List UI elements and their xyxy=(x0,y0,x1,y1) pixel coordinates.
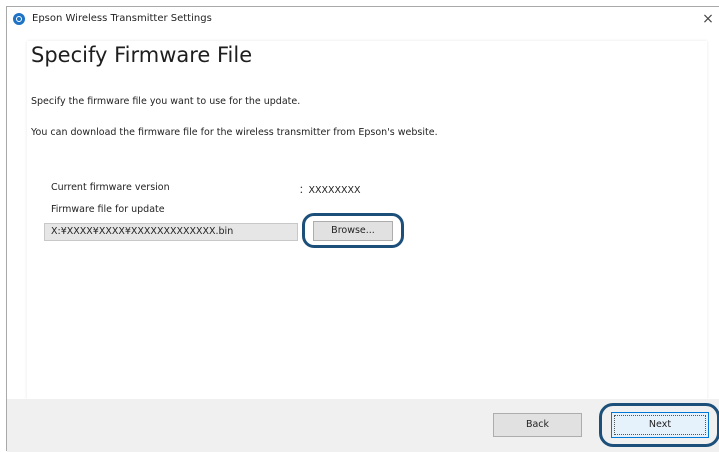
next-button[interactable]: Next xyxy=(611,412,709,438)
firmware-file-label: Firmware file for update xyxy=(51,204,165,215)
current-version-label: Current firmware version xyxy=(51,182,170,193)
epson-app-icon xyxy=(13,13,25,25)
settings-window: Epson Wireless Transmitter Settings × Sp… xyxy=(6,6,719,452)
description-specify: Specify the firmware file you want to us… xyxy=(31,96,301,107)
current-version-value: ：XXXXXXXX xyxy=(299,185,361,196)
title-bar: Epson Wireless Transmitter Settings × xyxy=(7,7,719,33)
firmware-file-path-field[interactable]: X:¥XXXX¥XXXX¥XXXXXXXXXXXXX.bin xyxy=(44,223,298,241)
description-download: You can download the firmware file for t… xyxy=(31,127,438,138)
browse-button[interactable]: Browse... xyxy=(313,221,393,241)
back-button[interactable]: Back xyxy=(493,413,582,437)
close-icon[interactable]: × xyxy=(698,10,718,28)
page-title: Specify Firmware File xyxy=(31,43,253,67)
window-title: Epson Wireless Transmitter Settings xyxy=(32,13,212,24)
